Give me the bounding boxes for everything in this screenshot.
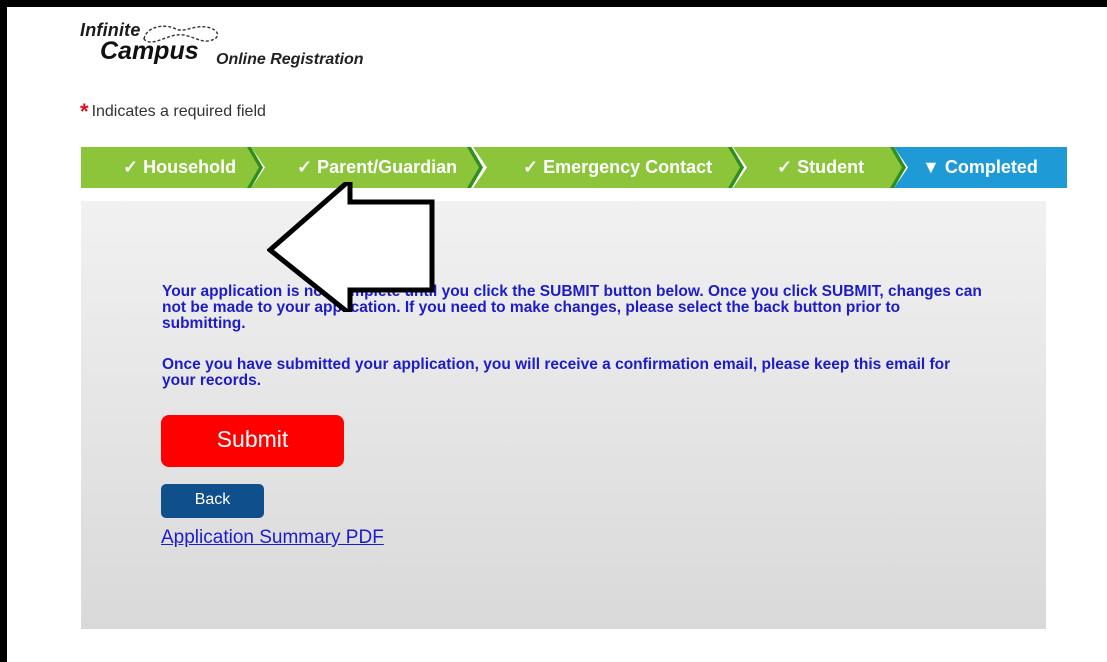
left-arrow-icon bbox=[267, 182, 435, 312]
step-label-text: Household bbox=[143, 157, 237, 177]
step-label: ▼ Completed bbox=[922, 147, 1038, 188]
registration-page: Infinite Campus Online Registration * Ind… bbox=[7, 7, 1107, 662]
step-label: ✓ Emergency Contact bbox=[523, 147, 712, 188]
page-subtitle: Online Registration bbox=[216, 51, 364, 68]
completion-panel: Your application is not complete until y… bbox=[81, 201, 1046, 629]
checkmark-icon: ✓ bbox=[297, 157, 313, 177]
step-label-text: Student bbox=[797, 157, 865, 177]
triangle-down-icon: ▼ bbox=[922, 157, 940, 177]
step-label-text: Completed bbox=[944, 157, 1038, 177]
confirmation-email-message: Once you have submitted your application… bbox=[162, 356, 951, 389]
required-field-note: * Indicates a required field bbox=[80, 99, 266, 125]
step-label-text: Parent/Guardian bbox=[317, 157, 458, 177]
logo-campus-text: Campus bbox=[100, 37, 199, 65]
submit-button[interactable]: Submit bbox=[161, 415, 344, 467]
required-star-icon: * bbox=[80, 99, 89, 124]
checkmark-icon: ✓ bbox=[777, 157, 793, 177]
step-label: ✓ Household bbox=[123, 147, 236, 188]
application-summary-pdf-link[interactable]: Application Summary PDF bbox=[161, 527, 384, 549]
registration-steps: ✓ Household ✓ Parent/Guardian ✓ Emergency Con… bbox=[81, 147, 1067, 188]
step-label-text: Emergency Contact bbox=[543, 157, 713, 177]
infinite-campus-logo: Infinite Campus Online Registration bbox=[80, 17, 420, 77]
step-household: ✓ Household bbox=[81, 147, 263, 188]
back-button[interactable]: Back bbox=[161, 484, 264, 518]
step-completed: ▼ Completed bbox=[894, 147, 1067, 188]
required-field-text: Indicates a required field bbox=[91, 103, 266, 120]
step-label: ✓ Student bbox=[777, 147, 864, 188]
checkmark-icon: ✓ bbox=[123, 157, 139, 177]
checkmark-icon: ✓ bbox=[523, 157, 539, 177]
step-student: ✓ Student bbox=[733, 147, 906, 188]
